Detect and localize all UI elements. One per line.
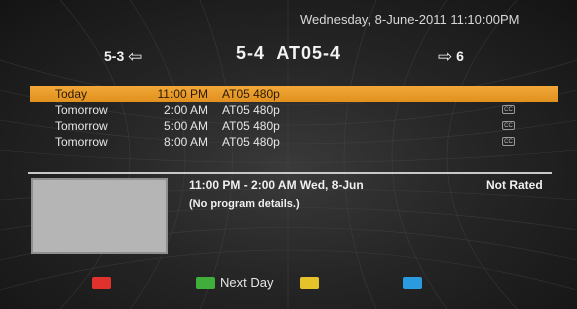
- closed-caption-icon: CC: [502, 137, 515, 146]
- schedule-program: AT05 480p: [222, 119, 280, 133]
- schedule-program: AT05 480p: [222, 135, 280, 149]
- yellow-key-button[interactable]: [300, 277, 319, 289]
- schedule-program: AT05 480p: [222, 103, 280, 117]
- blue-key-button[interactable]: [403, 277, 422, 289]
- program-rating: Not Rated: [486, 178, 543, 192]
- prev-channel-button[interactable]: 5-3 ⇦: [104, 46, 142, 66]
- schedule-row[interactable]: Tomorrow 8:00 AM AT05 480p CC: [30, 134, 558, 150]
- next-day-label: Next Day: [220, 275, 274, 290]
- section-divider: [28, 172, 552, 174]
- schedule-row[interactable]: Today 11:00 PM AT05 480p: [30, 86, 558, 102]
- schedule-day: Tomorrow: [55, 135, 108, 149]
- program-time-range: 11:00 PM - 2:00 AM Wed, 8-Jun: [189, 178, 364, 192]
- green-key-button[interactable]: [196, 277, 215, 289]
- schedule-time: 11:00 PM: [157, 87, 208, 101]
- program-preview-thumbnail: [31, 178, 168, 254]
- schedule-time: 8:00 AM: [163, 135, 208, 149]
- program-description: (No program details.): [189, 198, 300, 210]
- schedule-list: Today 11:00 PM AT05 480p Tomorrow 2:00 A…: [30, 86, 558, 150]
- schedule-program: AT05 480p: [222, 87, 280, 101]
- next-channel-button[interactable]: ⇨ 6: [438, 46, 464, 66]
- arrow-left-icon: ⇦: [128, 47, 143, 66]
- current-channel-title: 5-4 AT05-4: [236, 43, 342, 63]
- schedule-time: 5:00 AM: [163, 119, 208, 133]
- next-channel-label: 6: [456, 48, 464, 64]
- prev-channel-label: 5-3: [104, 48, 125, 64]
- schedule-row[interactable]: Tomorrow 5:00 AM AT05 480p CC: [30, 118, 558, 134]
- schedule-time: 2:00 AM: [163, 103, 208, 117]
- schedule-day: Today: [55, 87, 88, 101]
- schedule-row[interactable]: Tomorrow 2:00 AM AT05 480p CC: [30, 102, 558, 118]
- red-key-button[interactable]: [92, 277, 111, 289]
- tv-guide-screen: Wednesday, 8-June-2011 11:10:00PM 5-3 ⇦ …: [0, 0, 577, 309]
- schedule-day: Tomorrow: [55, 119, 108, 133]
- schedule-day: Tomorrow: [55, 103, 108, 117]
- closed-caption-icon: CC: [502, 121, 515, 130]
- closed-caption-icon: CC: [502, 105, 515, 114]
- header-datetime: Wednesday, 8-June-2011 11:10:00PM: [300, 12, 520, 27]
- arrow-right-icon: ⇨: [438, 47, 453, 66]
